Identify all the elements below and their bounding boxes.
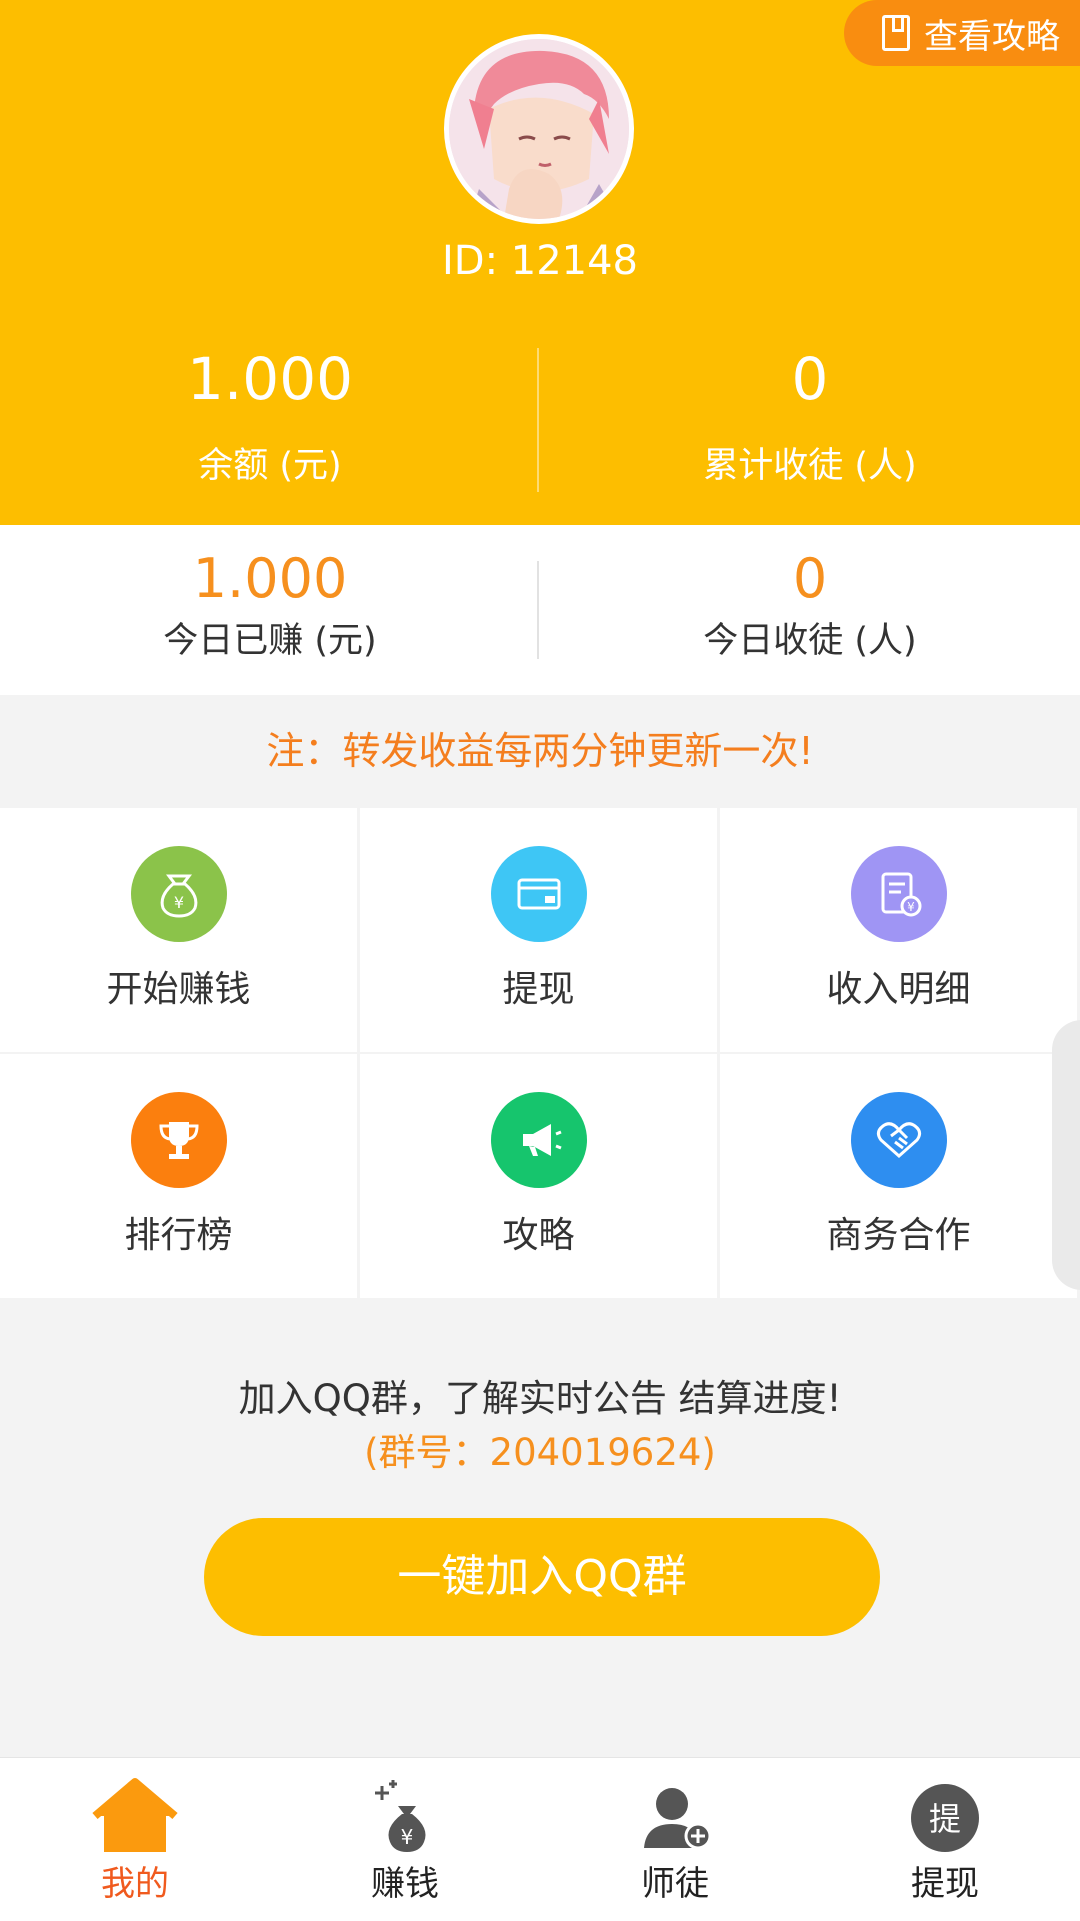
total-disciples-stat[interactable]: 0 累计收徒 (人) — [540, 345, 1080, 488]
balance-value: 1.000 — [186, 345, 354, 413]
guide-button[interactable]: 攻略 — [360, 1054, 717, 1298]
tab-earn-label: 赚钱 — [371, 1864, 439, 1904]
bill-icon: ¥ — [850, 846, 947, 942]
tab-mentor-label: 师徒 — [641, 1864, 709, 1904]
today-earned-value: 1.000 — [192, 547, 348, 610]
today-stats: 1.000 今日已赚 (元) 0 今日收徒 (人) — [0, 525, 1080, 695]
handshake-icon — [850, 1092, 947, 1188]
tab-mentor[interactable]: 师徒 — [540, 1758, 810, 1921]
avatar[interactable] — [444, 34, 634, 224]
money-bag-icon: ¥ — [130, 846, 227, 942]
start-earning-label: 开始赚钱 — [106, 969, 251, 1010]
menu-grid: ¥ 开始赚钱 提现 ¥ 收入明细 排行榜 攻略 商务合作 — [0, 808, 1080, 1298]
business-cooperation-button[interactable]: 商务合作 — [720, 1054, 1077, 1298]
income-details-button[interactable]: ¥ 收入明细 — [720, 808, 1077, 1052]
tab-withdraw[interactable]: 提 提现 — [810, 1758, 1080, 1921]
side-drawer-handle[interactable] — [1052, 1020, 1080, 1290]
view-guide-label: 查看攻略 — [924, 16, 1060, 57]
income-details-label: 收入明细 — [826, 969, 971, 1010]
tab-mine[interactable]: 我的 — [0, 1758, 270, 1921]
withdraw-icon: 提 — [900, 1776, 990, 1856]
card-icon — [490, 846, 587, 942]
leaderboard-button[interactable]: 排行榜 — [0, 1054, 357, 1298]
leaderboard-label: 排行榜 — [124, 1215, 233, 1256]
svg-text:¥: ¥ — [173, 893, 183, 912]
today-earned-stat: 1.000 今日已赚 (元) — [0, 547, 540, 663]
today-earned-label: 今日已赚 (元) — [163, 621, 377, 661]
guide-label: 攻略 — [502, 1215, 575, 1256]
withdraw-button[interactable]: 提现 — [360, 808, 717, 1052]
add-user-icon — [630, 1776, 720, 1856]
bottom-tab-bar: 我的 ¥ 赚钱 师徒 提 提现 — [0, 1757, 1080, 1921]
trophy-icon — [130, 1092, 227, 1188]
notice-text: 注：转发收益每两分钟更新一次! — [266, 729, 814, 773]
today-divider — [537, 561, 539, 659]
view-guide-button[interactable]: 查看攻略 — [844, 0, 1080, 66]
today-disciples-label: 今日收徒 (人) — [703, 621, 917, 661]
business-cooperation-label: 商务合作 — [826, 1215, 971, 1256]
today-disciples-stat: 0 今日收徒 (人) — [540, 547, 1080, 663]
today-disciples-value: 0 — [792, 547, 828, 610]
qq-group-text: 加入QQ群，了解实时公告 结算进度! — [238, 1377, 842, 1420]
avatar-image — [449, 39, 629, 219]
join-qq-group-button[interactable]: 一键加入QQ群 — [204, 1518, 880, 1636]
money-bag-sparkle-icon: ¥ — [360, 1776, 450, 1856]
profile-header: 查看攻略 ID: 12148 1.000 余额 (元) 0 累计收徒 (人) — [0, 0, 1080, 525]
qq-group-number: (群号：204019624) — [364, 1431, 716, 1474]
book-icon — [882, 15, 910, 51]
withdraw-label: 提现 — [502, 969, 575, 1010]
svg-text:¥: ¥ — [907, 900, 915, 914]
user-id: ID: 12148 — [441, 238, 639, 284]
home-icon — [90, 1776, 180, 1856]
tab-mine-label: 我的 — [101, 1864, 169, 1904]
stat-divider — [537, 348, 539, 492]
megaphone-icon — [490, 1092, 587, 1188]
total-disciples-label: 累计收徒 (人) — [703, 446, 917, 486]
total-disciples-value: 0 — [791, 345, 829, 413]
tab-withdraw-label: 提现 — [911, 1864, 979, 1904]
svg-text:¥: ¥ — [401, 1825, 414, 1849]
start-earning-button[interactable]: ¥ 开始赚钱 — [0, 808, 357, 1052]
svg-text:提: 提 — [929, 1800, 961, 1838]
balance-stat[interactable]: 1.000 余额 (元) — [0, 345, 540, 488]
balance-label: 余额 (元) — [198, 446, 342, 486]
tab-earn[interactable]: ¥ 赚钱 — [270, 1758, 540, 1921]
